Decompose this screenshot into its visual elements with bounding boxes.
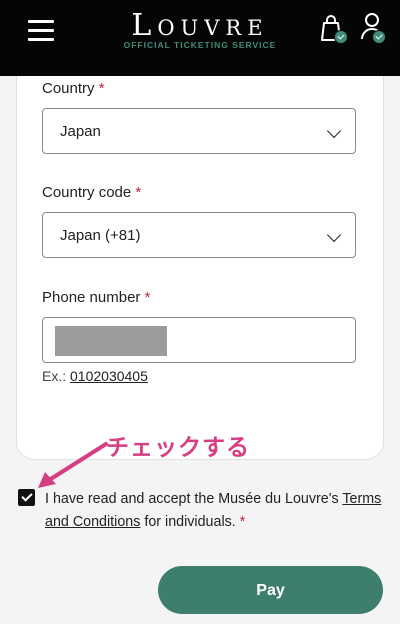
country-code-label: Country code *	[42, 184, 141, 201]
terms-text-after: for individuals.	[140, 514, 236, 530]
required-mark: *	[98, 80, 105, 97]
phone-hint-example: 0102030405	[70, 368, 148, 384]
phone-number-label: Phone number *	[42, 289, 150, 306]
terms-checkbox[interactable]	[18, 489, 35, 506]
annotation-arrow-icon	[38, 442, 108, 488]
country-select[interactable]: Japan	[42, 108, 356, 154]
cart-check-badge-icon	[334, 30, 348, 44]
required-mark: *	[239, 514, 246, 530]
annotation-text: チェックする	[106, 434, 250, 460]
phone-number-label-text: Phone number	[42, 289, 141, 306]
country-code-label-text: Country code	[42, 184, 132, 201]
user-icon[interactable]	[360, 12, 386, 44]
terms-text-before: I have read and accept the Musée du Louv…	[45, 491, 343, 507]
account-check-badge-icon	[372, 30, 386, 44]
phone-number-input[interactable]	[42, 317, 356, 363]
country-select-value: Japan	[60, 123, 101, 140]
redacted-phone-value	[55, 326, 167, 356]
country-code-select-value: Japan (+81)	[60, 227, 141, 244]
country-label: Country *	[42, 80, 105, 97]
phone-hint-prefix: Ex.:	[42, 368, 67, 384]
phone-number-hint: Ex.: 0102030405	[42, 368, 148, 384]
chevron-down-icon	[326, 123, 342, 139]
required-mark: *	[144, 289, 151, 306]
chevron-down-icon	[326, 227, 342, 243]
pay-button[interactable]: Pay	[158, 566, 383, 614]
shopping-bag-icon[interactable]	[320, 14, 348, 44]
site-header: Louvre OFFICIAL TICKETING SERVICE	[0, 0, 400, 76]
required-mark: *	[135, 184, 142, 201]
country-label-text: Country	[42, 80, 95, 97]
country-code-select[interactable]: Japan (+81)	[42, 212, 356, 258]
terms-text: I have read and accept the Musée du Louv…	[45, 488, 385, 534]
